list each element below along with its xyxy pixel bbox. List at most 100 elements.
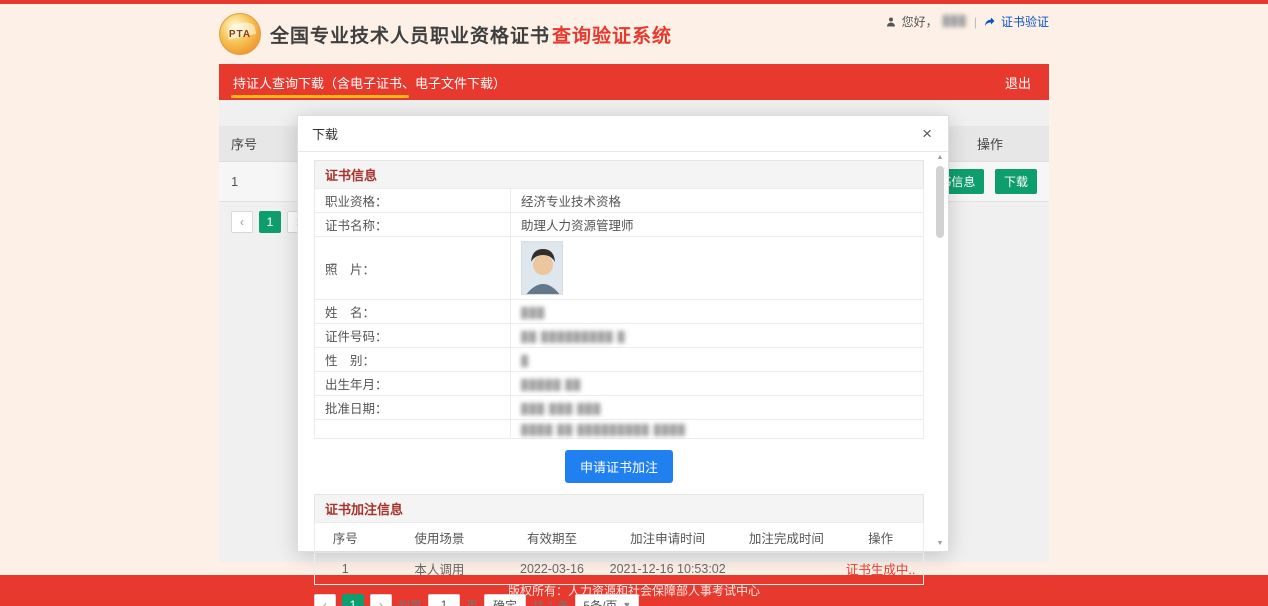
column-action: 操作 — [977, 134, 1037, 153]
cert-generating-link[interactable]: 证书生成中.. — [846, 563, 915, 577]
modal-page-suffix: 页 — [466, 597, 478, 606]
certificate-info-table: 职业资格： 经济专业技术资格 证书名称： 助理人力资源管理师 照 片： — [314, 188, 924, 439]
field-label — [315, 420, 511, 439]
annot-col-seq: 序号 — [315, 523, 376, 553]
scroll-down-icon[interactable]: ▼ — [934, 540, 946, 547]
apply-annotation-button[interactable]: 申请证书加注 — [565, 450, 673, 483]
modal-goto-label: 到第 — [398, 597, 422, 606]
field-row-id-number: 证件号码： ██ █████████ █ — [315, 324, 924, 348]
modal-body: 证书信息 职业资格： 经济专业技术资格 证书名称： 助理人力资源管理师 照 片： — [298, 152, 948, 606]
header-divider: | — [974, 15, 977, 29]
masked-value: █████ ██ — [521, 380, 581, 391]
field-label: 职业资格： — [315, 189, 511, 213]
user-icon — [885, 16, 897, 28]
photo-placeholder-graphic — [522, 242, 563, 295]
download-button[interactable]: 下载 — [995, 169, 1037, 194]
field-label: 姓 名： — [315, 300, 511, 324]
close-icon[interactable]: × — [920, 125, 934, 142]
site-header: PTA 全国专业技术人员职业资格证书查询验证系统 您好， ███ | 证书验证 — [219, 4, 1049, 64]
greeting-text: 您好， — [902, 13, 938, 30]
scroll-up-icon[interactable]: ▲ — [934, 154, 946, 161]
field-row-birth-date: 出生年月： █████ ██ — [315, 372, 924, 396]
field-value: ███ — [511, 300, 924, 324]
content-panel: 序号 操作 1 证书信息 下载 ‹ 1 › 到第 下载 × — [219, 100, 1049, 562]
annot-valid-until: 2022-03-16 — [503, 553, 600, 585]
annotation-section-title: 证书加注信息 — [314, 494, 924, 522]
annot-col-complete-time: 加注完成时间 — [735, 523, 839, 553]
tab-holder-query-download[interactable]: 持证人查询下载（含电子证书、电子文件下载） — [219, 64, 520, 100]
field-value: █ — [511, 348, 924, 372]
field-label: 证书名称： — [315, 213, 511, 237]
annot-col-apply-time: 加注申请时间 — [601, 523, 735, 553]
masked-value: ███ ███ ███ — [521, 404, 601, 415]
field-row-name: 姓 名： ███ — [315, 300, 924, 324]
username-masked: ███ — [943, 16, 967, 27]
field-value: █████ ██ — [511, 372, 924, 396]
modal-title: 下载 — [312, 124, 338, 143]
annot-col-scene: 使用场景 — [375, 523, 503, 553]
pta-logo: PTA — [219, 13, 261, 55]
field-row-qualification: 职业资格： 经济专业技术资格 — [315, 189, 924, 213]
tab-active-underline — [231, 95, 409, 98]
field-row-cert-name: 证书名称： 助理人力资源管理师 — [315, 213, 924, 237]
modal-page-current-button[interactable]: 1 — [342, 594, 364, 606]
modal-scrollbar: ▲ ▼ — [934, 154, 946, 547]
cert-info-section-title: 证书信息 — [314, 160, 924, 188]
logout-button[interactable]: 退出 — [987, 73, 1049, 92]
per-page-select[interactable]: 5条/页 ▼ — [575, 594, 639, 606]
annotation-table: 序号 使用场景 有效期至 加注申请时间 加注完成时间 操作 1 本人调用 202… — [314, 522, 924, 585]
per-page-value: 5条/页 — [583, 597, 617, 606]
site-title-accent: 查询验证系统 — [552, 26, 672, 47]
verify-arrow-icon — [984, 16, 996, 28]
field-label: 出生年月： — [315, 372, 511, 396]
annot-seq: 1 — [315, 553, 376, 585]
field-label: 照 片： — [315, 237, 511, 300]
scrollbar-thumb[interactable] — [936, 166, 944, 238]
masked-value: ████ ██ █████████ ████ — [521, 425, 686, 436]
annot-col-valid-until: 有效期至 — [503, 523, 600, 553]
certificate-verify-link[interactable]: 证书验证 — [1001, 13, 1049, 30]
certificate-photo — [521, 241, 563, 295]
total-count-label: 共 1 条 — [532, 597, 569, 606]
masked-value: █ — [521, 356, 529, 367]
row-seq-value: 1 — [231, 174, 238, 189]
confirm-page-button[interactable]: 确定 — [484, 594, 526, 606]
annot-scene: 本人调用 — [375, 553, 503, 585]
field-label: 证件号码： — [315, 324, 511, 348]
annotation-table-header-row: 序号 使用场景 有效期至 加注申请时间 加注完成时间 操作 — [315, 523, 924, 553]
page-current-button[interactable]: 1 — [259, 211, 281, 233]
site-title: 全国专业技术人员职业资格证书查询验证系统 — [270, 21, 672, 48]
page: PTA 全国专业技术人员职业资格证书查询验证系统 您好， ███ | 证书验证 持… — [0, 0, 1268, 606]
site-title-main: 全国专业技术人员职业资格证书 — [270, 26, 550, 47]
user-area: 您好， ███ | 证书验证 — [885, 13, 1049, 30]
field-value-photo-cell — [511, 237, 924, 300]
annotation-table-row: 1 本人调用 2022-03-16 2021-12-16 10:53:02 证书… — [315, 553, 924, 585]
field-row-photo: 照 片： — [315, 237, 924, 300]
field-value: 助理人力资源管理师 — [511, 213, 924, 237]
modal-pagination: ‹ 1 › 到第 页 确定 共 1 条 5条/页 ▼ — [314, 585, 924, 606]
field-row-extra: ████ ██ █████████ ████ — [315, 420, 924, 439]
masked-value: ██ █████████ █ — [521, 332, 626, 343]
goto-page-input[interactable] — [428, 594, 460, 606]
annot-col-action: 操作 — [838, 523, 923, 553]
modal-page-prev-button[interactable]: ‹ — [314, 594, 336, 606]
field-value: ███ ███ ███ — [511, 396, 924, 420]
modal-page-next-button[interactable]: › — [370, 594, 392, 606]
field-value: 经济专业技术资格 — [511, 189, 924, 213]
main-container: PTA 全国专业技术人员职业资格证书查询验证系统 您好， ███ | 证书验证 持… — [219, 4, 1049, 562]
page-prev-button[interactable]: ‹ — [231, 211, 253, 233]
download-modal: 下载 × 证书信息 职业资格： 经济专业技术资格 证书名称： 助理人力资源管理师 — [297, 115, 949, 552]
nav-tab-label: 持证人查询下载（含电子证书、电子文件下载） — [233, 73, 506, 92]
annot-apply-time: 2021-12-16 10:53:02 — [601, 553, 735, 585]
modal-header: 下载 × — [298, 116, 948, 152]
field-value: ████ ██ █████████ ████ — [511, 420, 924, 439]
field-label: 性 别： — [315, 348, 511, 372]
pta-logo-text: PTA — [229, 29, 251, 40]
field-row-approval-date: 批准日期： ███ ███ ███ — [315, 396, 924, 420]
chevron-down-icon: ▼ — [622, 600, 631, 606]
field-label: 批准日期： — [315, 396, 511, 420]
field-row-gender: 性 别： █ — [315, 348, 924, 372]
annot-complete-time — [735, 553, 839, 585]
field-value: ██ █████████ █ — [511, 324, 924, 348]
column-seq: 序号 — [231, 134, 257, 153]
